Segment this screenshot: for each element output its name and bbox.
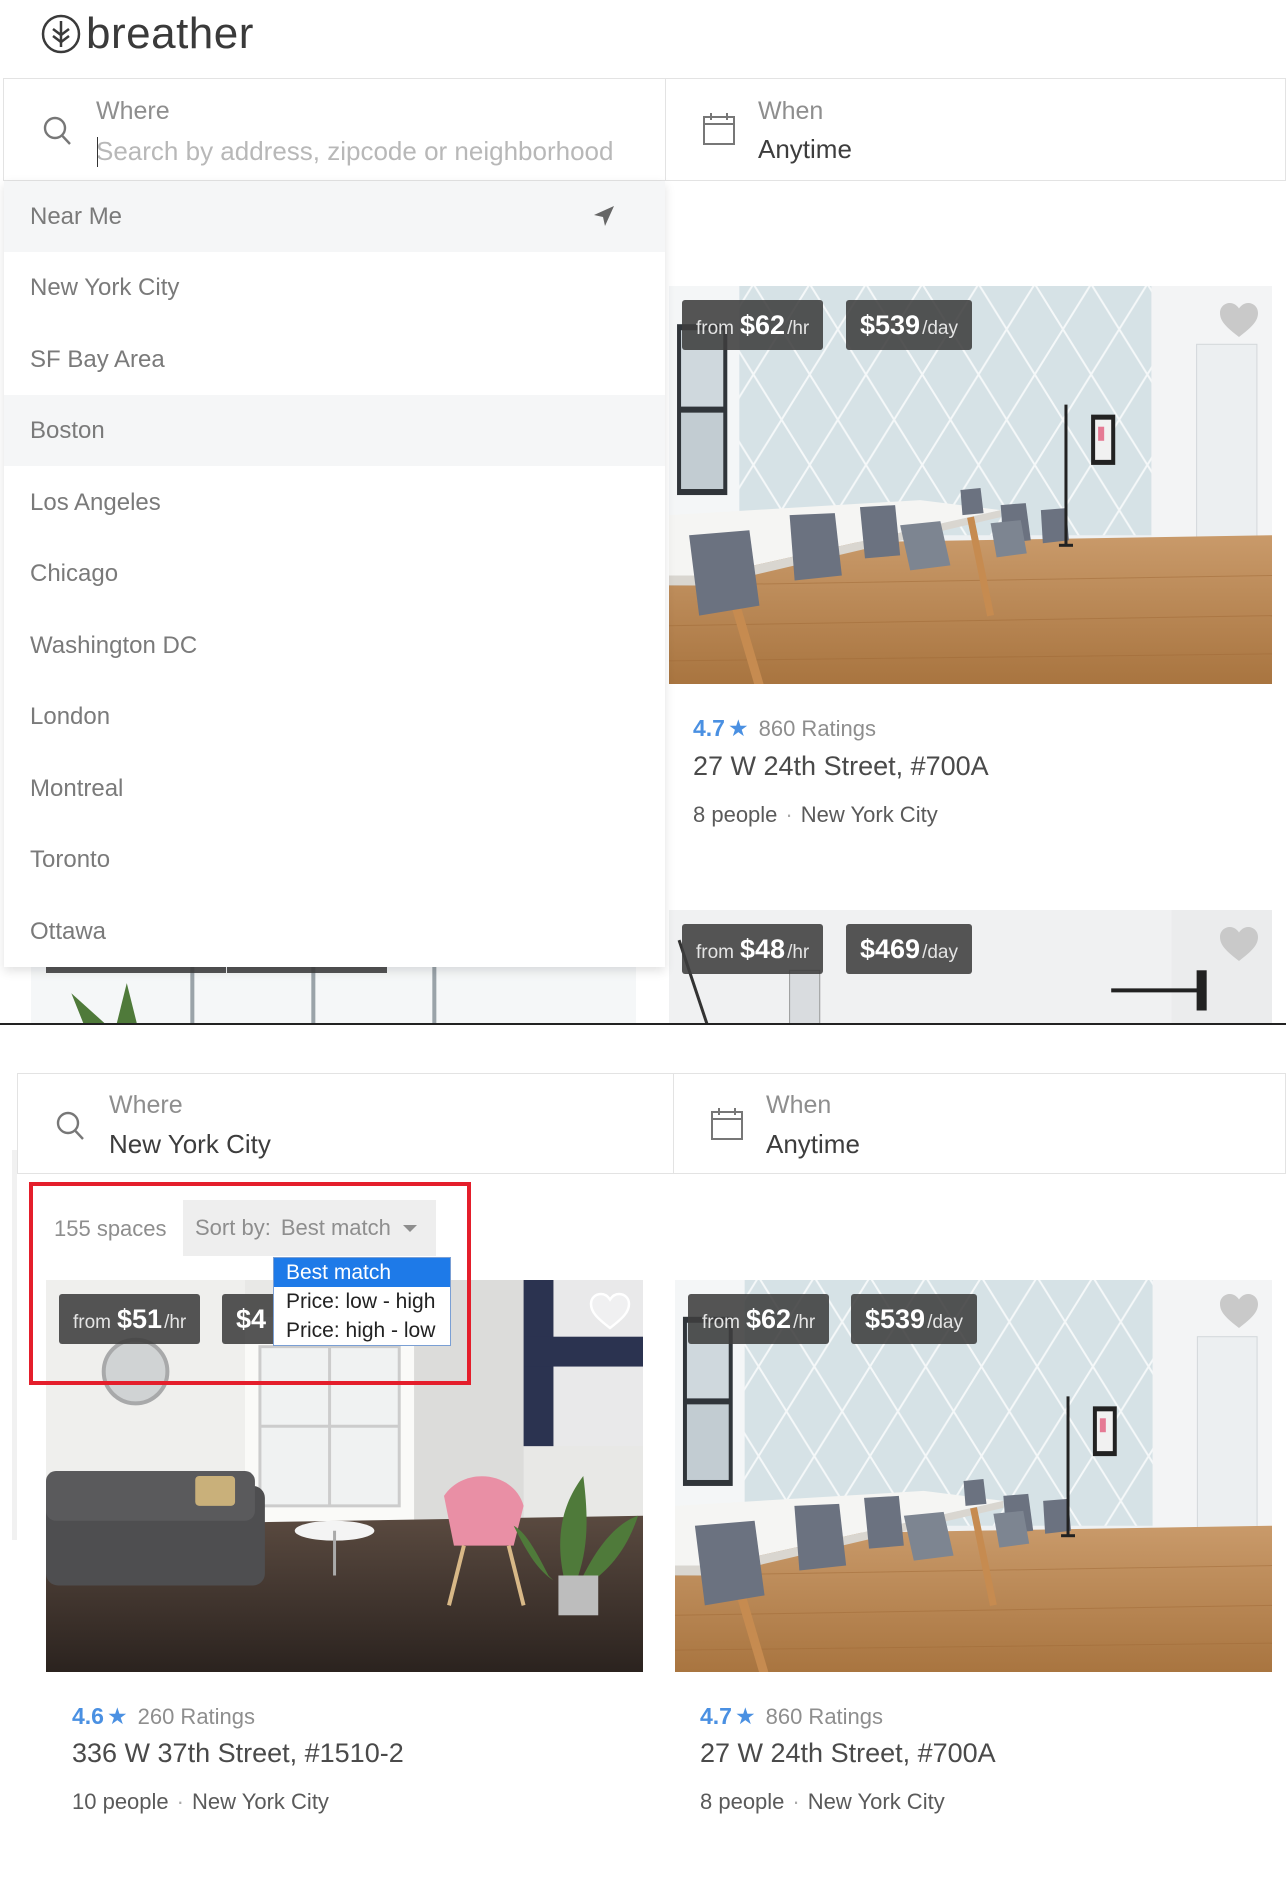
breather-logo-icon [41, 14, 81, 54]
dropdown-item-toronto[interactable]: Toronto [4, 824, 665, 895]
sort-select[interactable]: Sort by: Best match [183, 1200, 436, 1256]
favorite-heart-icon[interactable] [1218, 1292, 1260, 1330]
listing-photo[interactable]: from $48 /hr $469 /day [669, 910, 1272, 1023]
where-value: New York City [109, 1129, 271, 1159]
listing-address[interactable]: 336 W 37th Street, #1510-2 [72, 1738, 404, 1769]
when-label: When [758, 97, 824, 125]
where-label: Where [96, 97, 170, 125]
location-dropdown: Near Me New York City SF Bay Area Boston… [4, 181, 665, 967]
favorite-heart-icon[interactable] [1218, 301, 1260, 339]
calendar-icon [711, 1108, 743, 1140]
location-arrow-icon [594, 206, 614, 226]
text-caret [97, 137, 98, 167]
listing-address[interactable]: 27 W 24th Street, #700A [693, 751, 989, 782]
where-field[interactable]: Where [4, 79, 666, 180]
search-bar: Where When Anytime [3, 78, 1286, 181]
sort-option-price-low-high[interactable]: Price: low - high [274, 1287, 450, 1316]
star-icon: ★ [106, 1703, 128, 1729]
dropdown-item-london[interactable]: London [4, 681, 665, 752]
listing-photo[interactable] [31, 963, 636, 1023]
screenshot-divider [0, 1023, 1286, 1025]
chevron-down-icon [402, 1224, 417, 1232]
listing-rating: 4.6 ★ 260 Ratings [72, 1703, 256, 1729]
brand-name: breather [86, 9, 254, 58]
sort-option-best-match[interactable]: Best match [274, 1258, 450, 1287]
daily-price-badge: $469 /day [846, 924, 972, 974]
when-value: Anytime [766, 1129, 860, 1159]
listing-meta: 8 people · New York City [700, 1789, 945, 1814]
sort-options-list: Best match Price: low - high Price: high… [273, 1257, 451, 1346]
dropdown-item-washington-dc[interactable]: Washington DC [4, 610, 665, 681]
dropdown-item-boston[interactable]: Boston [4, 395, 665, 466]
when-field[interactable]: When Anytime [674, 1074, 1285, 1173]
results-count: 155 spaces [54, 1216, 167, 1241]
daily-price-badge: $539 /day [846, 300, 972, 350]
hourly-price-badge: from $62 /hr [688, 1294, 830, 1344]
search-bar: Where New York City When Anytime [17, 1073, 1286, 1174]
dropdown-item-montreal[interactable]: Montreal [4, 753, 665, 824]
listing-photo[interactable]: from $62 /hr $539 /day [675, 1280, 1272, 1672]
when-field[interactable]: When Anytime [666, 79, 1285, 180]
hourly-price-badge: from $62 /hr [682, 300, 824, 350]
hourly-price-badge: from $48 /hr [682, 924, 824, 974]
listing-address[interactable]: 27 W 24th Street, #700A [700, 1738, 996, 1769]
listing-photo[interactable]: from $62 /hr $539 /day [669, 286, 1272, 684]
breather-logo[interactable]: breather [40, 10, 254, 58]
dropdown-item-new-york-city[interactable]: New York City [4, 252, 665, 323]
listing-meta: 8 people · New York City [693, 802, 938, 827]
listing-rating: 4.7 ★ 860 Ratings [700, 1703, 884, 1729]
favorite-heart-icon[interactable] [1218, 925, 1260, 963]
dropdown-item-los-angeles[interactable]: Los Angeles [4, 467, 665, 538]
search-icon [56, 1111, 84, 1140]
dropdown-item-sf-bay-area[interactable]: SF Bay Area [4, 324, 665, 395]
search-icon [43, 116, 71, 145]
favorite-heart-icon[interactable] [589, 1292, 631, 1330]
calendar-icon [703, 113, 735, 145]
where-label: Where [109, 1091, 183, 1119]
sort-option-price-high-low[interactable]: Price: high - low [274, 1316, 450, 1345]
dropdown-item-ottawa[interactable]: Ottawa [4, 896, 665, 967]
hourly-price-badge: from $51 /hr [59, 1294, 201, 1344]
when-label: When [766, 1091, 832, 1119]
star-icon: ★ [727, 715, 749, 741]
where-field[interactable]: Where New York City [18, 1074, 674, 1173]
where-search-input[interactable] [96, 132, 656, 170]
dropdown-item-near-me[interactable]: Near Me [4, 181, 665, 252]
listing-meta: 10 people · New York City [72, 1789, 329, 1814]
daily-price-badge: $539 /day [851, 1294, 977, 1344]
when-value: Anytime [758, 134, 852, 164]
scroll-track [12, 1150, 17, 1540]
star-icon: ★ [734, 1703, 756, 1729]
dropdown-item-chicago[interactable]: Chicago [4, 538, 665, 609]
listing-rating: 4.7 ★ 860 Ratings [693, 715, 877, 741]
